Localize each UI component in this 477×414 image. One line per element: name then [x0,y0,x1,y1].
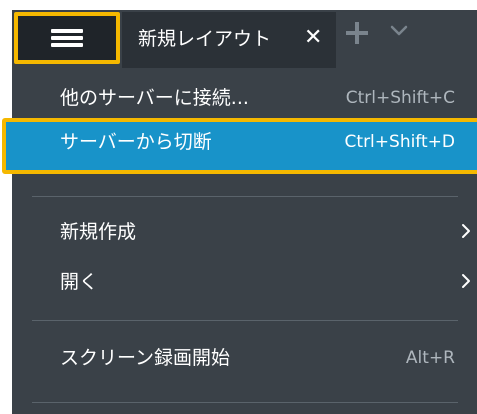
menu-item-start-screen-recording[interactable]: スクリーン録画開始 Alt+R [12,334,477,382]
menu-divider [32,402,458,403]
menu-item-label: サーバーから切断 [60,131,212,153]
main-menu-button[interactable] [14,12,120,64]
menu-divider [32,320,458,321]
app-window: 新規レイアウト ✕ 他のサーバーに接続... Ctrl+Shift+C サーバー… [0,0,477,414]
menu-item-shortcut: Ctrl+Shift+D [344,132,455,152]
menu-item-connect-other-server[interactable]: 他のサーバーに接続... Ctrl+Shift+C [12,74,477,122]
chevron-right-icon [462,274,470,288]
hamburger-icon [51,29,83,47]
menu-divider [32,196,458,197]
menu-item-label: 開く [60,271,99,293]
menu-item-label: 他のサーバーに接続... [60,87,249,109]
tab-new-layout[interactable]: 新規レイアウト ✕ [122,12,336,68]
plus-icon[interactable] [346,22,368,44]
chevron-down-icon[interactable] [390,22,408,40]
menu-item-open[interactable]: 開く [12,258,477,306]
close-icon[interactable]: ✕ [304,25,322,51]
menu-item-label: スクリーン録画開始 [60,347,231,369]
tab-label: 新規レイアウト [138,28,272,50]
chevron-right-icon [462,224,470,238]
menu-item-shortcut: Alt+R [405,348,455,368]
menu-item-disconnect-server[interactable]: サーバーから切断 Ctrl+Shift+D [2,118,477,174]
main-menu-dropdown: 他のサーバーに接続... Ctrl+Shift+C サーバーから切断 Ctrl+… [2,68,477,414]
menu-item-shortcut: Ctrl+Shift+C [345,88,455,108]
menu-item-label: 新規作成 [60,221,137,243]
menu-item-new[interactable]: 新規作成 [12,208,477,256]
tab-bar: 新規レイアウト ✕ [0,0,477,68]
